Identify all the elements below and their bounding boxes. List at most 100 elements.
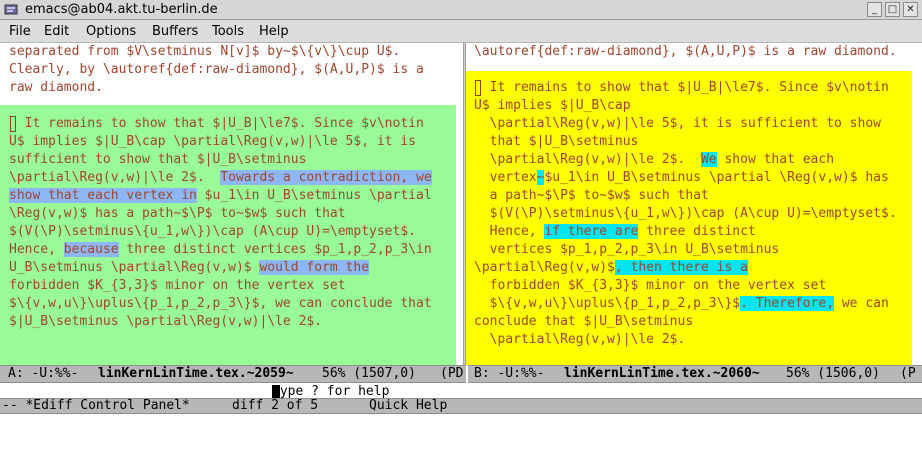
text-line: \partial\Reg(v,w)$, then there is a <box>474 259 748 277</box>
text-line: \partial\Reg(v,w)|\le 2$. We show that e… <box>474 151 834 169</box>
text-line: \partial\Reg(v,w)|\le 5$, it is sufficie… <box>474 115 881 133</box>
text-line: It remains to show that $|U_B|\le7$. Sin… <box>9 115 424 133</box>
cursor-box <box>9 115 17 133</box>
text-span: a path~$\P$ to~$w$ such that <box>474 188 709 203</box>
text-span: $u_1\in U_B\setminus \partial <box>196 188 432 203</box>
quick-help-label: Quick Help <box>369 398 448 413</box>
text-span: Clearly, by \autoref{def:raw-diamond}, $… <box>9 62 424 77</box>
text-line: $\{v,w,u\}\uplus\{p_1,p_2,p_3\}$, we can… <box>9 295 432 313</box>
menu-help[interactable]: Help <box>259 24 289 39</box>
text-line: a path~$\P$ to~$w$ such that <box>474 187 709 205</box>
text-line: It remains to show that $|U_B|\le7$. Sin… <box>474 79 889 97</box>
text-span: \partial\Reg(v,w)$ <box>474 260 615 275</box>
text-line: Clearly, by \autoref{def:raw-diamond}, $… <box>9 61 424 79</box>
menu-tools[interactable]: Tools <box>212 24 244 39</box>
fine-diff-highlight: , then there is a <box>614 260 748 275</box>
text-line: $|U_B\setminus \partial\Reg(v,w)|\le 2$. <box>9 313 322 331</box>
text-span: \partial\Reg(v,w)|\le 2$. <box>474 152 701 167</box>
maximize-icon[interactable]: □ <box>885 2 900 17</box>
text-span: It remains to show that $|U_B|\le7$. Sin… <box>16 116 424 131</box>
text-line: Hence, because three distinct vertices $… <box>9 241 432 259</box>
text-line: forbidden $K_{3,3}$ minor on the vertex … <box>474 277 827 295</box>
text-span: U$ implies $|U_B\cap <box>474 98 631 113</box>
text-line: $(V(\P)\setminus\{u_1,w\})\cap (A\cup U)… <box>9 223 416 241</box>
text-span: \autoref{def:raw-diamond}, $(A,U,P)$ is … <box>474 44 897 59</box>
text-line: \partial\Reg(v,w)|\le 2$. Towards a cont… <box>9 169 432 187</box>
position-b: 56% (1506,0) <box>786 366 880 381</box>
text-line: sufficient to show that $|U_B\setminus <box>9 151 306 169</box>
text-line: raw diamond. <box>9 79 103 97</box>
text-span: \partial\Reg(v,w)|\le 2$. <box>474 332 686 347</box>
text-span: $\{v,w,u\}\uplus\{p_1,p_2,p_3\}$, we can… <box>9 296 432 311</box>
fine-diff-highlight: Towards a contradiction, we <box>220 170 432 185</box>
text-line: \partial\Reg(v,w)|\le 2$. <box>474 331 686 349</box>
text-span: U_B\setminus \partial\Reg(v,w)$ <box>9 260 260 275</box>
fine-diff-highlight: because <box>63 242 119 257</box>
text-line: vertex~$u_1\in U_B\setminus \partial \Re… <box>474 169 889 187</box>
text-span: Hence, <box>474 224 545 239</box>
major-mode-b: (P <box>900 366 916 381</box>
text-span: vertices $p_1,p_2,p_3\in U_B\setminus <box>474 242 780 257</box>
control-panel-name: -- *Ediff Control Panel* <box>2 398 190 413</box>
menu-options[interactable]: Options <box>86 24 136 39</box>
text-span: U$ implies $|U_B\cap \partial\Reg(v,w)|\… <box>9 134 416 149</box>
window-title: emacs@ab04.akt.tu-berlin.de <box>25 2 218 17</box>
fine-diff-highlight: in <box>181 188 197 203</box>
menu-edit[interactable]: Edit <box>44 24 69 39</box>
menu-buffers[interactable]: Buffers <box>152 24 198 39</box>
text-span: sufficient to show that $|U_B\setminus <box>9 152 307 167</box>
minimize-icon[interactable]: _ <box>867 2 882 17</box>
minibuffer-area <box>0 414 922 435</box>
text-line: separated from $V\setminus N[v]$ by~$\{v… <box>9 43 400 61</box>
text-line: forbidden $K_{3,3}$ minor on the vertex … <box>9 277 346 295</box>
text-line: conclude that $|U_B\setminus <box>474 313 693 331</box>
text-span: It remains to show that $|U_B|\le7$. Sin… <box>481 80 889 95</box>
text-line: \autoref{def:raw-diamond}, $(A,U,P)$ is … <box>474 43 897 61</box>
buffer-pane-b[interactable]: \autoref{def:raw-diamond}, $(A,U,P)$ is … <box>466 43 922 365</box>
text-line: $(V(\P)\setminus\{u_1,w\})\cap (A\cup U)… <box>474 205 897 223</box>
text-line: $\{v,w,u\}\uplus\{p_1,p_2,p_3\}$. Theref… <box>474 295 889 313</box>
text-span: show that each <box>716 152 835 167</box>
mode-status-b: B: -U:%%- <box>474 366 545 381</box>
text-span: $u_1\in U_B\setminus \partial \Reg(v,w)$… <box>544 170 889 185</box>
fine-diff-highlight: . Therefore, <box>740 296 835 311</box>
emacs-app-icon[interactable] <box>4 3 18 16</box>
mode-line-b[interactable]: B: -U:%%- linKernLinTime.tex.~2060~ 56% … <box>468 365 922 383</box>
text-span: forbidden $K_{3,3}$ minor on the vertex … <box>9 278 346 293</box>
text-span: Hence, <box>9 242 64 257</box>
buffer-name-b: linKernLinTime.tex.~2060~ <box>564 366 760 381</box>
title-bar: emacs@ab04.akt.tu-berlin.de _ □ ✕ <box>0 0 922 20</box>
menu-file[interactable]: File <box>9 24 31 39</box>
text-span: three distinct <box>638 224 756 239</box>
text-span: forbidden $K_{3,3}$ minor on the vertex … <box>474 278 827 293</box>
text-span: raw diamond. <box>9 80 103 95</box>
text-line: Hence, if there are three distinct <box>474 223 756 241</box>
text-span: \partial\Reg(v,w)|\le 2$. <box>9 170 221 185</box>
major-mode-a: (PD <box>440 366 464 381</box>
text-line: U$ implies $|U_B\cap \partial\Reg(v,w)|\… <box>9 133 416 151</box>
text-span: conclude that $|U_B\setminus <box>474 314 694 329</box>
text-span: \partial\Reg(v,w)|\le 5$, it is sufficie… <box>474 116 881 131</box>
text-line: vertices $p_1,p_2,p_3\in U_B\setminus <box>474 241 780 259</box>
close-icon[interactable]: ✕ <box>903 2 918 17</box>
text-span: $\{v,w,u\}\uplus\{p_1,p_2,p_3\}$ <box>474 296 741 311</box>
text-line: U$ implies $|U_B\cap <box>474 97 631 115</box>
text-span: \Reg(v,w)$ has a path~$\P$ to~$w$ such t… <box>9 206 346 221</box>
buffer-pane-a[interactable]: separated from $V\setminus N[v]$ by~$\{v… <box>0 43 464 365</box>
mode-status-a: A: -U:%%- <box>8 366 79 381</box>
text-line: U_B\setminus \partial\Reg(v,w)$ would fo… <box>9 259 370 277</box>
text-span: we can <box>834 296 889 311</box>
text-span: $|U_B\setminus \partial\Reg(v,w)|\le 2$. <box>9 314 323 329</box>
text-span: that $|U_B\setminus <box>474 134 639 149</box>
text-span: separated from $V\setminus N[v]$ by~$\{v… <box>9 44 401 59</box>
text-line: show that each vertex in $u_1\in U_B\set… <box>9 187 432 205</box>
text-span: vertex <box>474 170 537 185</box>
mode-line-a[interactable]: A: -U:%%- linKernLinTime.tex.~2059~ 56% … <box>0 365 466 383</box>
fine-diff-highlight: show that each vertex <box>9 188 182 203</box>
text-span: $(V(\P)\setminus\{u_1,w\})\cap (A\cup U)… <box>9 224 416 239</box>
text-line: that $|U_B\setminus <box>474 133 639 151</box>
text-span: $(V(\P)\setminus\{u_1,w\})\cap (A\cup U)… <box>474 206 897 221</box>
ediff-control-mode-line[interactable]: -- *Ediff Control Panel* diff 2 of 5 Qui… <box>0 398 922 414</box>
fine-diff-highlight: We <box>700 152 717 167</box>
position-a: 56% (1507,0) <box>322 366 416 381</box>
